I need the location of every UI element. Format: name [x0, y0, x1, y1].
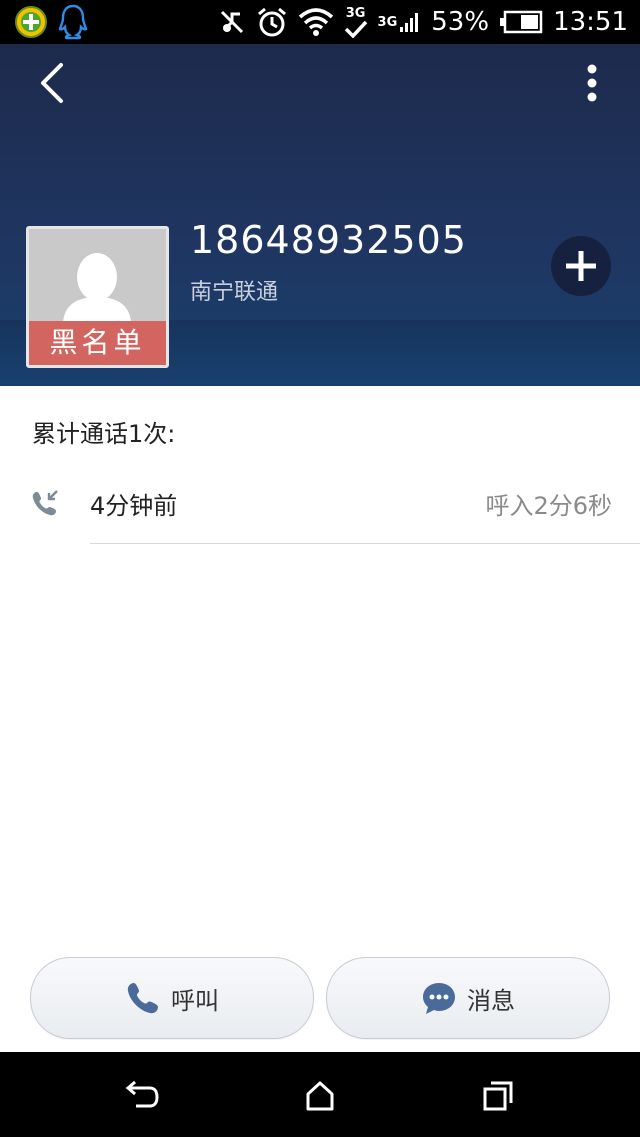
message-button-label: 消息	[467, 986, 515, 1015]
battery-icon	[499, 10, 543, 34]
nav-back-icon	[125, 1080, 159, 1108]
recent-apps-icon	[483, 1081, 513, 1111]
qq-penguin-icon	[58, 4, 88, 40]
call-detail: 呼入2分6秒	[485, 492, 612, 520]
nav-home-button[interactable]	[300, 1076, 340, 1116]
row-divider	[90, 543, 640, 544]
call-button-label: 呼叫	[171, 986, 219, 1015]
back-arrow-icon	[41, 63, 63, 103]
back-button[interactable]	[30, 58, 74, 108]
call-log-row[interactable]: 4分钟前 呼入2分6秒	[0, 468, 640, 544]
message-button[interactable]: 消息	[326, 957, 610, 1039]
more-vertical-icon	[587, 64, 597, 102]
phone-icon	[127, 983, 158, 1014]
default-person-icon	[29, 229, 166, 325]
call-time: 4分钟前	[90, 492, 178, 520]
data-sync-icon: 3G	[344, 7, 368, 38]
alarm-icon	[256, 6, 288, 38]
signal-icon: 3G	[378, 11, 422, 33]
battery-percent: 53%	[431, 7, 490, 37]
status-bar: 3G 3G 53% 13:51	[0, 0, 640, 44]
contact-avatar[interactable]: 黑名单	[26, 226, 169, 368]
security-app-icon	[14, 5, 48, 39]
carrier-location: 南宁联通	[190, 280, 279, 305]
nav-recent-apps-button[interactable]	[478, 1076, 518, 1116]
phone-number: 18648932505	[190, 218, 467, 262]
add-contact-button[interactable]	[551, 236, 611, 296]
network-badge: 3G	[345, 5, 366, 21]
status-bar-notifications	[0, 4, 88, 40]
clock: 13:51	[553, 7, 628, 37]
status-bar-system: 3G 3G 53% 13:51	[218, 0, 628, 44]
plus-icon	[566, 251, 596, 281]
more-options-button[interactable]	[572, 60, 612, 106]
nav-back-button[interactable]	[122, 1076, 162, 1116]
incoming-call-icon	[32, 490, 58, 516]
home-icon	[306, 1081, 334, 1111]
network-type-label: 3G	[377, 14, 398, 30]
call-button[interactable]: 呼叫	[30, 957, 314, 1039]
navigation-bar	[0, 1052, 640, 1137]
wifi-icon	[298, 7, 334, 37]
call-count-summary: 累计通话1次:	[32, 420, 176, 448]
blacklist-tag: 黑名单	[29, 321, 166, 365]
message-bubble-icon	[423, 983, 455, 1014]
mute-icon	[218, 8, 246, 36]
contact-header: 黑名单 18648932505 南宁联通	[0, 44, 640, 386]
